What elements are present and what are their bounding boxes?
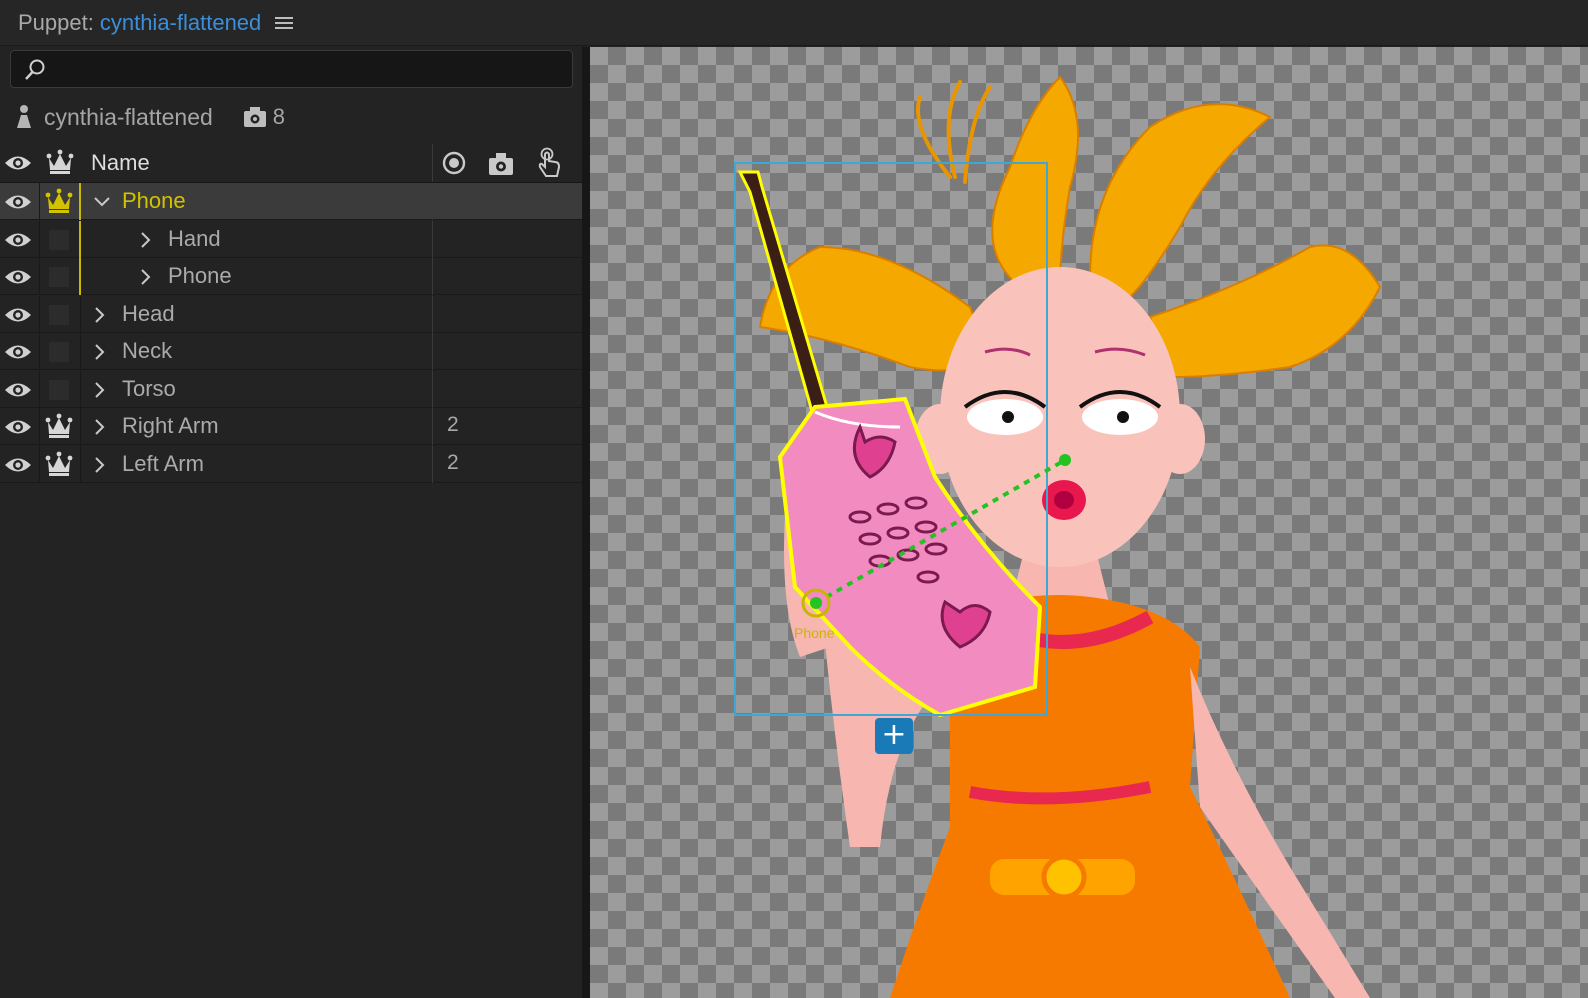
- crown-icon[interactable]: [45, 413, 73, 444]
- column-divider: [432, 295, 433, 333]
- layer-row[interactable]: Left Arm 2: [0, 445, 582, 483]
- visibility-eye-icon[interactable]: [4, 231, 32, 254]
- chevron-right-icon[interactable]: [93, 306, 105, 329]
- row-divider: [80, 370, 81, 408]
- crown-icon[interactable]: [45, 188, 73, 219]
- layer-row[interactable]: Hand: [0, 220, 582, 258]
- layer-row[interactable]: Head: [0, 295, 582, 333]
- column-divider: [432, 333, 433, 370]
- visibility-column-eye-icon[interactable]: [4, 154, 32, 172]
- hair-strands: [916, 80, 992, 184]
- chevron-right-icon[interactable]: [93, 343, 105, 366]
- puppet-name: cynthia-flattened: [44, 103, 213, 130]
- chevron-right-icon[interactable]: [93, 418, 105, 441]
- layer-name[interactable]: Neck: [122, 338, 172, 364]
- add-button[interactable]: +: [875, 718, 913, 754]
- triggers-column-hand-icon[interactable]: [535, 147, 563, 179]
- puppet-canvas[interactable]: Phone +: [590, 47, 1588, 998]
- layer-name[interactable]: Right Arm: [122, 413, 219, 439]
- row-divider: [39, 408, 40, 445]
- selection-group-bar: [79, 258, 81, 295]
- column-divider: [432, 370, 433, 408]
- layer-name[interactable]: Phone: [168, 263, 232, 289]
- visibility-eye-icon[interactable]: [4, 456, 32, 479]
- visibility-eye-icon[interactable]: [4, 193, 32, 216]
- column-divider: [432, 144, 433, 182]
- row-divider: [80, 408, 81, 445]
- chevron-right-icon[interactable]: [93, 456, 105, 479]
- visibility-eye-icon[interactable]: [4, 343, 32, 366]
- character-artwork: [734, 75, 1382, 998]
- chevron-down-icon[interactable]: [93, 195, 111, 214]
- row-divider: [39, 445, 40, 483]
- selection-group-bar: [79, 220, 81, 258]
- column-divider: [432, 445, 433, 483]
- layer-row[interactable]: Torso: [0, 370, 582, 408]
- chevron-right-icon[interactable]: [139, 268, 151, 291]
- puppet-label: Puppet:: [18, 9, 94, 35]
- puppet-info: cynthia-flattened 8: [0, 97, 582, 137]
- search-input[interactable]: [55, 55, 559, 85]
- column-divider: [432, 183, 433, 220]
- layer-handle-count: 2: [447, 450, 459, 474]
- layer-name[interactable]: Head: [122, 301, 175, 327]
- puppet-name-link[interactable]: cynthia-flattened: [100, 10, 261, 36]
- column-divider: [432, 408, 433, 445]
- layer-row[interactable]: Right Arm 2: [0, 408, 582, 445]
- row-divider: [80, 333, 81, 370]
- crown-icon[interactable]: [45, 451, 73, 482]
- search-icon: [25, 59, 45, 80]
- row-divider: [39, 258, 40, 295]
- layer-column-header: Name: [0, 144, 582, 183]
- hamburger-menu-icon[interactable]: [275, 16, 294, 30]
- chevron-right-icon[interactable]: [93, 381, 105, 404]
- crown-toggle[interactable]: [49, 342, 69, 362]
- row-divider: [80, 295, 81, 333]
- layer-name[interactable]: Phone: [122, 188, 186, 214]
- layer-name[interactable]: Torso: [122, 376, 176, 402]
- layer-name[interactable]: Left Arm: [122, 451, 204, 477]
- row-divider: [39, 295, 40, 333]
- crown-column-icon[interactable]: [46, 149, 74, 175]
- layer-name[interactable]: Hand: [168, 226, 221, 252]
- handle-count-icon: [243, 107, 266, 127]
- panel-splitter[interactable]: [582, 47, 590, 998]
- row-divider: [80, 445, 81, 483]
- row-divider: [39, 183, 40, 220]
- column-divider: [432, 220, 433, 258]
- selection-group-bar: [79, 183, 81, 220]
- handles-column-icon[interactable]: [488, 152, 514, 176]
- visibility-eye-icon[interactable]: [4, 381, 32, 404]
- name-column-header[interactable]: Name: [91, 150, 150, 176]
- column-divider: [432, 258, 433, 295]
- crown-toggle[interactable]: [49, 379, 69, 400]
- layer-row[interactable]: Phone: [0, 183, 582, 220]
- layer-row[interactable]: Neck: [0, 333, 582, 370]
- layer-handle-count: 2: [447, 413, 459, 436]
- crown-toggle[interactable]: [49, 267, 69, 287]
- visibility-eye-icon[interactable]: [4, 418, 32, 441]
- visibility-eye-icon[interactable]: [4, 268, 32, 291]
- puppet-icon: [17, 105, 31, 128]
- row-divider: [39, 370, 40, 408]
- layer-row[interactable]: Phone: [0, 258, 582, 295]
- search-box[interactable]: [10, 50, 573, 88]
- puppet-panel: cynthia-flattened 8 Name Phone Hand Phon…: [0, 47, 582, 998]
- visibility-eye-icon[interactable]: [4, 306, 32, 329]
- origin-column-icon[interactable]: [442, 151, 466, 175]
- row-divider: [39, 220, 40, 258]
- crown-toggle[interactable]: [49, 304, 69, 325]
- panel-header: Puppet: cynthia-flattened: [0, 0, 1588, 46]
- handle-label: Phone: [794, 625, 835, 641]
- handle-count: 8: [272, 104, 286, 129]
- row-divider: [39, 333, 40, 370]
- crown-toggle[interactable]: [49, 229, 69, 250]
- chevron-right-icon[interactable]: [139, 231, 151, 254]
